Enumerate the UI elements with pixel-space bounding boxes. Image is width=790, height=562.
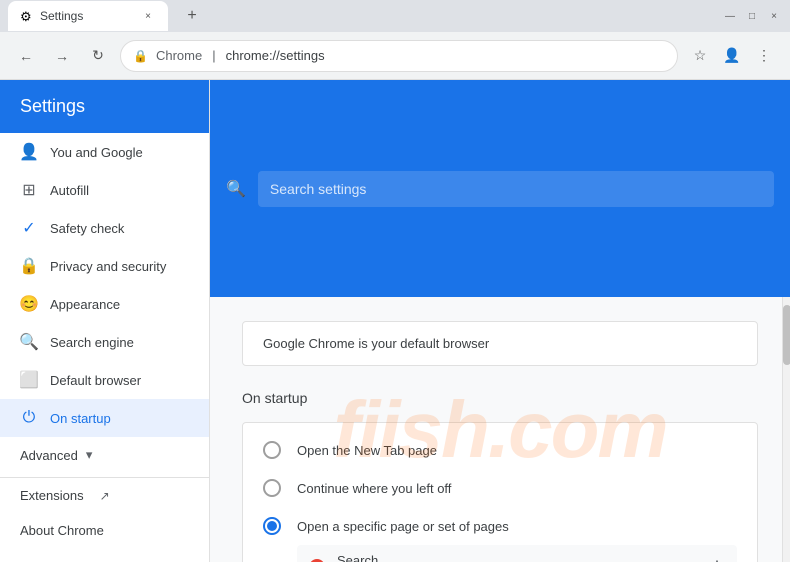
- extensions-label: Extensions: [20, 488, 84, 503]
- startup-option-2-label: Continue where you left off: [297, 481, 451, 496]
- sidebar-item-label: Search engine: [50, 335, 134, 350]
- forward-button[interactable]: →: [48, 42, 76, 70]
- browser-frame: ⚙ Settings × + — □ × ← → ↻ 🔒 Chrome | ch…: [0, 0, 790, 562]
- sidebar-item-appearance[interactable]: 😊 Appearance: [0, 285, 209, 323]
- address-bar[interactable]: 🔒 Chrome | chrome://settings: [120, 40, 678, 72]
- default-browser-text: Google Chrome is your default browser: [263, 336, 489, 351]
- sidebar-item-default-browser[interactable]: ⬜ Default browser: [0, 361, 209, 399]
- entry-menu-button[interactable]: ⋮: [709, 557, 725, 562]
- settings-page: Settings 👤 You and Google ⊞ Autofill ✓ S…: [0, 80, 790, 562]
- entry-page-name: Search: [337, 553, 697, 562]
- settings-search-input[interactable]: [258, 171, 774, 207]
- sidebar-item-label: On startup: [50, 411, 111, 426]
- about-label: About Chrome: [20, 523, 104, 538]
- startup-options-container: Open the New Tab page Continue where you…: [242, 422, 758, 562]
- sidebar-item-label: Appearance: [50, 297, 120, 312]
- address-breadcrumb: Chrome: [156, 48, 202, 63]
- sidebar-item-label: Safety check: [50, 221, 124, 236]
- appearance-icon: 😊: [20, 295, 38, 313]
- entry-info: Search http://searches.network/: [337, 553, 697, 562]
- radio-new-tab[interactable]: [263, 441, 281, 459]
- sidebar-item-privacy[interactable]: 🔒 Privacy and security: [0, 247, 209, 285]
- radio-specific[interactable]: [263, 517, 281, 535]
- omnibar: ← → ↻ 🔒 Chrome | chrome://settings ☆ 👤 ⋮: [0, 32, 790, 80]
- title-bar: ⚙ Settings × + — □ ×: [0, 0, 790, 32]
- minimize-button[interactable]: —: [722, 8, 738, 24]
- startup-option-continue[interactable]: Continue where you left off: [243, 469, 757, 507]
- sidebar-advanced-toggle[interactable]: Advanced ▾: [0, 437, 209, 473]
- sidebar: Settings 👤 You and Google ⊞ Autofill ✓ S…: [0, 80, 210, 562]
- sidebar-item-label: Default browser: [50, 373, 141, 388]
- sidebar-item-search-engine[interactable]: 🔍 Search engine: [0, 323, 209, 361]
- bookmark-button[interactable]: ☆: [686, 42, 714, 70]
- startup-page-entry: Search http://searches.network/ ⋮: [297, 545, 737, 562]
- sidebar-item-label: Privacy and security: [50, 259, 166, 274]
- new-tab-button[interactable]: +: [178, 2, 206, 30]
- entry-remove-icon[interactable]: [309, 559, 325, 562]
- section-title-on-startup: On startup: [242, 390, 758, 406]
- address-url: chrome://settings: [226, 48, 665, 63]
- search-icon: 🔍: [20, 333, 38, 351]
- startup-option-new-tab[interactable]: Open the New Tab page: [243, 431, 757, 469]
- address-separator: |: [212, 48, 215, 63]
- back-button[interactable]: ←: [12, 42, 40, 70]
- sidebar-item-autofill[interactable]: ⊞ Autofill: [0, 171, 209, 209]
- window-controls: — □ ×: [722, 8, 782, 24]
- tab-close-button[interactable]: ×: [140, 8, 156, 24]
- radio-continue[interactable]: [263, 479, 281, 497]
- browser-icon: ⬜: [20, 371, 38, 389]
- autofill-icon: ⊞: [20, 181, 38, 199]
- shield-icon: ✓: [20, 219, 38, 237]
- tab-favicon: ⚙: [20, 9, 34, 23]
- sidebar-item-on-startup[interactable]: ⏻ On startup: [0, 399, 209, 437]
- default-browser-banner: Google Chrome is your default browser: [242, 321, 758, 366]
- sidebar-header: Settings: [0, 80, 209, 133]
- settings-search-bar: 🔍: [210, 80, 790, 297]
- sidebar-item-extensions[interactable]: Extensions ↗: [0, 477, 209, 513]
- startup-option-1-label: Open the New Tab page: [297, 443, 437, 458]
- active-tab[interactable]: ⚙ Settings ×: [8, 1, 168, 31]
- refresh-button[interactable]: ↻: [84, 42, 112, 70]
- main-content: fiish.com Google Chrome is your default …: [210, 297, 790, 562]
- power-icon: ⏻: [20, 409, 38, 427]
- person-icon: 👤: [20, 143, 38, 161]
- advanced-label: Advanced: [20, 448, 78, 463]
- menu-button[interactable]: ⋮: [750, 42, 778, 70]
- close-button[interactable]: ×: [766, 8, 782, 24]
- maximize-button[interactable]: □: [744, 8, 760, 24]
- startup-option-specific[interactable]: Open a specific page or set of pages: [243, 507, 757, 545]
- scrollbar-track[interactable]: [782, 297, 790, 562]
- tab-title: Settings: [40, 9, 134, 23]
- startup-option-3-label: Open a specific page or set of pages: [297, 519, 509, 534]
- toolbar-icons: ☆ 👤 ⋮: [686, 42, 778, 70]
- search-icon-white: 🔍: [226, 179, 246, 199]
- sidebar-item-label: Autofill: [50, 183, 89, 198]
- lock-icon: 🔒: [20, 257, 38, 275]
- sidebar-item-about-chrome[interactable]: About Chrome: [0, 513, 209, 548]
- profile-button[interactable]: 👤: [718, 42, 746, 70]
- sidebar-title: Settings: [20, 96, 85, 116]
- advanced-arrow-icon: ▾: [86, 447, 93, 463]
- secure-icon: 🔒: [133, 49, 148, 63]
- scrollbar-thumb[interactable]: [783, 305, 790, 365]
- sidebar-item-safety-check[interactable]: ✓ Safety check: [0, 209, 209, 247]
- sidebar-item-you-and-google[interactable]: 👤 You and Google: [0, 133, 209, 171]
- external-link-icon: ↗: [100, 489, 110, 503]
- sidebar-item-label: You and Google: [50, 145, 143, 160]
